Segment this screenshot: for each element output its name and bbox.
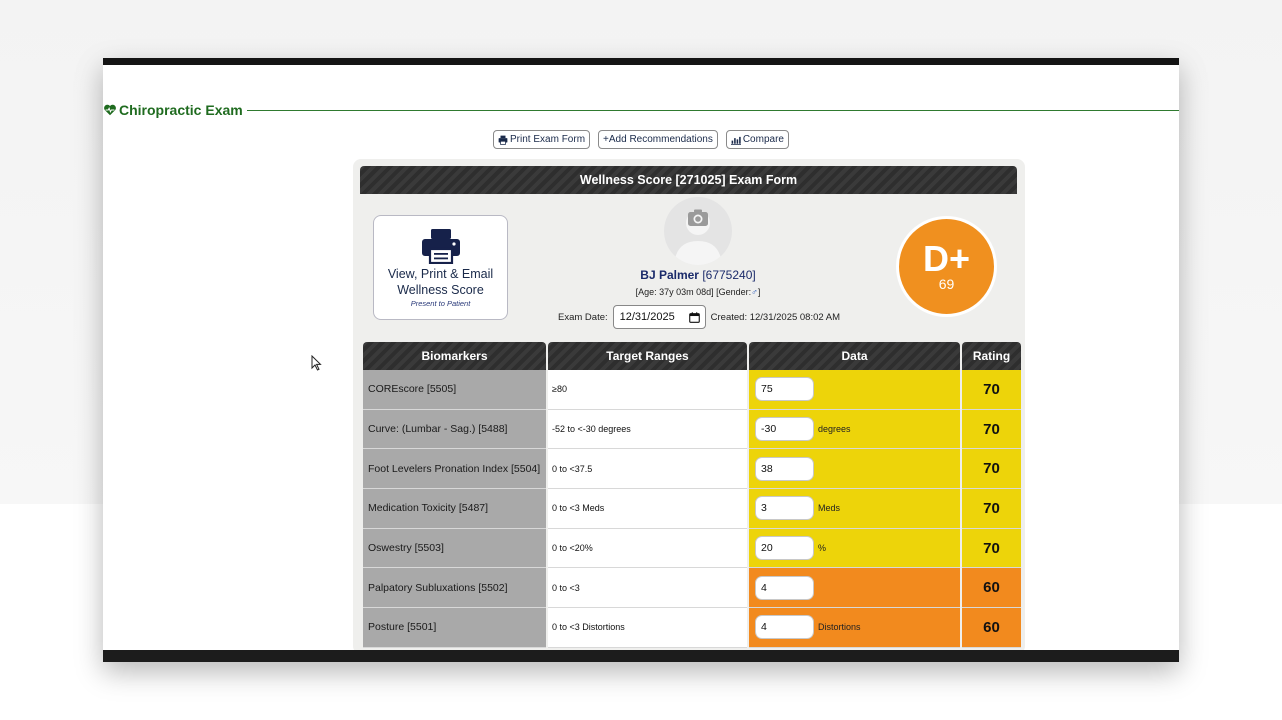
patient-id: [6775240] xyxy=(702,268,756,282)
target-range: ≥80 xyxy=(548,370,747,410)
biomarker-name: Palpatory Subluxations [5502] xyxy=(363,568,546,609)
data-value-input[interactable]: 4 xyxy=(755,615,814,640)
rating-value: 60 xyxy=(962,608,1021,648)
data-value-input[interactable]: 75 xyxy=(755,377,814,402)
print-exam-form-button[interactable]: Print Exam Form xyxy=(493,130,591,149)
header-data: Data xyxy=(749,342,960,370)
heartbeat-icon xyxy=(103,103,117,117)
table-row: COREscore [5505] ≥80 75 70 xyxy=(363,370,1021,410)
printer-icon xyxy=(421,229,460,264)
data-value-input[interactable]: 4 xyxy=(755,575,814,600)
table-row: Foot Levelers Pronation Index [5504] 0 to… xyxy=(363,449,1021,490)
table-row: Posture [5501] 0 to <3 Distortions 4 Distor… xyxy=(363,608,1021,648)
table-row: Oswestry [5503] 0 to <20% 20% 70 xyxy=(363,528,1021,569)
patient-name-line: BJ Palmer [6775240] xyxy=(553,268,843,282)
data-cell: 4 xyxy=(749,568,960,609)
patient-gender-suffix: ] xyxy=(757,287,761,297)
grade-letter: D+ xyxy=(922,238,971,279)
view-card-subtitle: Present to Patient xyxy=(410,299,471,308)
data-cell: 75 xyxy=(749,370,960,410)
grade-score: 69 xyxy=(938,276,955,292)
data-cell: 20% xyxy=(749,528,960,569)
patient-meta: [Age: 37y 03m 08d] [Gender:♂] xyxy=(553,287,843,297)
exam-form-panel: Wellness Score [271025] Exam Form View, … xyxy=(353,159,1025,654)
section-header: Chiropractic Exam xyxy=(103,101,1179,119)
data-unit: degrees xyxy=(818,424,851,435)
compare-button[interactable]: Compare xyxy=(725,130,789,149)
target-range: 0 to <20% xyxy=(548,528,747,569)
data-value-input[interactable]: 38 xyxy=(755,456,814,481)
data-cell: -30 degrees xyxy=(749,409,960,450)
table-row: Palpatory Subluxations [5502] 0 to <3 4 60 xyxy=(363,568,1021,609)
target-range: 0 to <37.5 xyxy=(548,449,747,490)
chart-icon xyxy=(730,136,741,145)
created-timestamp: Created: 12/31/2025 08:02 AM xyxy=(710,311,841,323)
data-unit: Meds xyxy=(818,503,841,514)
patient-age: [Age: 37y 03m 08d] xyxy=(635,287,714,297)
compare-label: Compare xyxy=(742,134,784,145)
data-value-input[interactable]: 20 xyxy=(755,536,814,561)
biomarker-name: Curve: (Lumbar - Sag.) [5488] xyxy=(363,409,546,450)
patient-gender-prefix: [Gender: xyxy=(716,287,752,297)
print-exam-form-label: Print Exam Form xyxy=(510,134,586,145)
biomarker-name: Oswestry [5503] xyxy=(363,528,546,569)
window-top-bar xyxy=(103,58,1179,65)
view-card-title: View, Print & Email Wellness Score xyxy=(387,267,494,297)
biomarker-rows: COREscore [5505] ≥80 75 70 Curve: (Lumbar - … xyxy=(363,370,1021,648)
exam-date-row: Exam Date: 12/31/2025 Created: 12/31/202… xyxy=(558,305,858,329)
target-range: 0 to <3 xyxy=(548,568,747,609)
table-row: Medication Toxicity [5487] 0 to <3 Meds 3 M… xyxy=(363,489,1021,529)
biomarker-name: Posture [5501] xyxy=(363,608,546,648)
rating-value: 60 xyxy=(962,568,1021,609)
wellness-grade-badge: D+ 69 xyxy=(896,216,997,317)
view-print-email-card[interactable]: View, Print & Email Wellness Score Prese… xyxy=(373,215,508,320)
target-range: 0 to <3 Meds xyxy=(548,489,747,529)
rating-value: 70 xyxy=(962,370,1021,410)
exam-date-input[interactable]: 12/31/2025 xyxy=(612,305,706,329)
camera-icon xyxy=(674,209,722,265)
mouse-cursor-icon xyxy=(311,355,322,371)
biomarker-name: COREscore [5505] xyxy=(363,370,546,410)
data-cell: 3 Meds xyxy=(749,489,960,529)
gender-male-icon: ♂ xyxy=(751,287,758,297)
add-recommendations-button[interactable]: +Add Recommendations xyxy=(598,130,718,149)
data-unit: % xyxy=(818,543,827,554)
print-icon xyxy=(498,135,508,145)
exam-window: Chiropractic Exam Print Exam Form +Add R… xyxy=(103,58,1179,662)
toolbar: Print Exam Form +Add Recommendations Com… xyxy=(103,130,1179,149)
biomarker-name: Medication Toxicity [5487] xyxy=(363,489,546,529)
data-cell: 4 Distortions xyxy=(749,608,960,648)
target-range: -52 to <-30 degrees xyxy=(548,409,747,450)
table-row: Curve: (Lumbar - Sag.) [5488] -52 to <-30… xyxy=(363,409,1021,450)
data-value-input[interactable]: -30 xyxy=(755,417,814,442)
target-range: 0 to <3 Distortions xyxy=(548,608,747,648)
patient-name[interactable]: BJ Palmer xyxy=(640,268,699,282)
calendar-icon[interactable] xyxy=(688,311,700,323)
rating-value: 70 xyxy=(962,489,1021,529)
avatar[interactable] xyxy=(664,197,732,265)
section-divider xyxy=(246,109,1179,111)
header-rating: Rating xyxy=(962,342,1021,370)
data-cell: 38 xyxy=(749,449,960,490)
table-header-row: Biomarkers Target Ranges Data Rating xyxy=(363,342,1021,370)
biomarker-table: Biomarkers Target Ranges Data Rating COR… xyxy=(361,342,1023,648)
section-title: Chiropractic Exam xyxy=(119,102,243,118)
exam-date-value: 12/31/2025 xyxy=(619,311,675,323)
header-target-ranges: Target Ranges xyxy=(548,342,747,370)
exam-date-label: Exam Date: xyxy=(558,311,608,323)
header-biomarkers: Biomarkers xyxy=(363,342,546,370)
biomarker-name: Foot Levelers Pronation Index [5504] xyxy=(363,449,546,490)
rating-value: 70 xyxy=(962,528,1021,569)
data-unit: Distortions xyxy=(818,622,861,633)
data-value-input[interactable]: 3 xyxy=(755,496,814,521)
add-recommendations-label: +Add Recommendations xyxy=(603,134,713,145)
form-title: Wellness Score [271025] Exam Form xyxy=(360,166,1017,194)
rating-value: 70 xyxy=(962,409,1021,450)
window-bottom-bar xyxy=(103,650,1179,662)
rating-value: 70 xyxy=(962,449,1021,490)
